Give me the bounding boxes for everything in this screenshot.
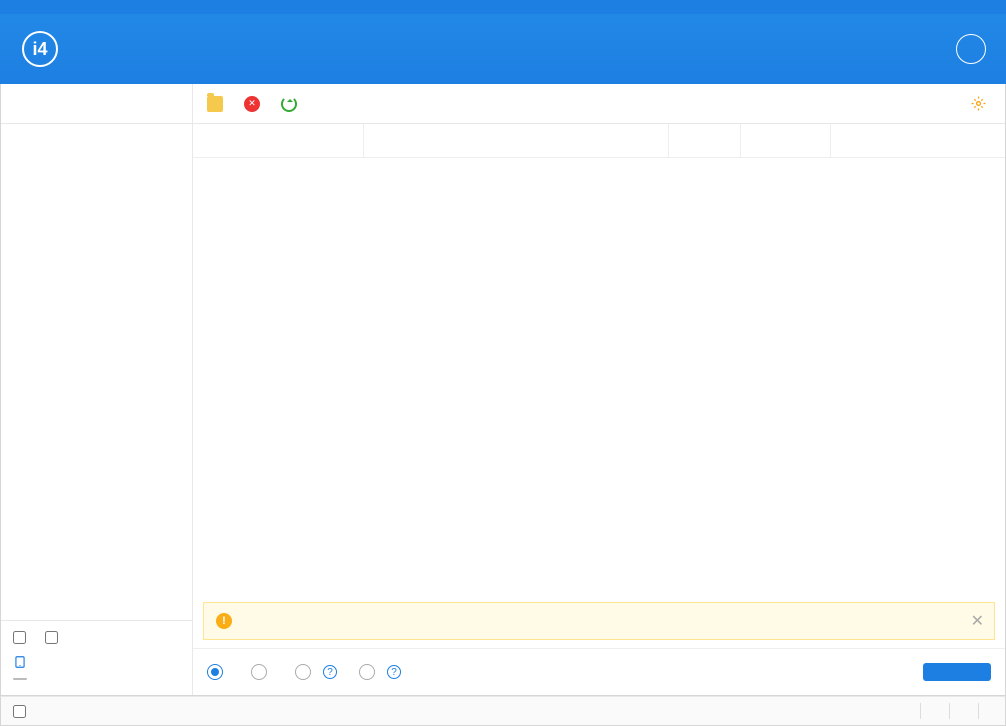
device-capacity <box>13 678 27 680</box>
device-name[interactable] <box>13 655 180 669</box>
device-status <box>1 84 192 124</box>
block-itunes-checkbox[interactable] <box>13 705 32 718</box>
th-action <box>830 124 1005 157</box>
sidebar <box>1 84 193 695</box>
maximize-icon[interactable] <box>966 0 980 14</box>
skip-guide-checkbox[interactable] <box>45 631 58 647</box>
opt-normal[interactable] <box>251 664 273 680</box>
statusbar <box>0 696 1006 726</box>
warning-bar: ! ✕ <box>203 602 995 640</box>
toolbar <box>193 84 1005 124</box>
help-icon[interactable]: ? <box>387 665 401 679</box>
refresh-icon <box>281 96 297 112</box>
delete-button[interactable] <box>244 96 265 112</box>
warning-icon: ! <box>216 613 232 629</box>
tb-menu-icon[interactable] <box>922 0 936 14</box>
opt-repair[interactable]: ? <box>359 664 401 680</box>
tb-skin-icon[interactable] <box>900 0 914 14</box>
folder-icon <box>207 96 223 112</box>
th-version[interactable] <box>223 124 363 157</box>
open-folder-button[interactable] <box>207 96 228 112</box>
flash-settings-button[interactable] <box>971 96 991 111</box>
titlebar <box>0 0 1006 14</box>
flash-now-button[interactable] <box>923 663 991 681</box>
opt-keep-data[interactable] <box>207 664 229 680</box>
flash-options: ? ? <box>193 648 1005 695</box>
delete-icon <box>244 96 260 112</box>
refresh-button[interactable] <box>281 96 302 112</box>
content: ! ✕ ? ? <box>193 84 1005 695</box>
download-center-icon[interactable] <box>956 34 986 64</box>
close-icon[interactable] <box>988 0 1002 14</box>
opt-anti-recover[interactable]: ? <box>295 664 337 680</box>
warning-close-icon[interactable]: ✕ <box>971 611 984 631</box>
help-icon[interactable]: ? <box>323 665 337 679</box>
header: i4 <box>0 14 1006 84</box>
th-name[interactable] <box>363 124 668 157</box>
th-status[interactable] <box>740 124 830 157</box>
logo-icon: i4 <box>22 31 58 67</box>
table-header <box>193 124 1005 158</box>
minimize-icon[interactable] <box>944 0 958 14</box>
logo[interactable]: i4 <box>0 31 86 67</box>
th-size[interactable] <box>668 124 740 157</box>
auto-activate-checkbox[interactable] <box>13 631 26 647</box>
gear-icon <box>971 96 986 111</box>
